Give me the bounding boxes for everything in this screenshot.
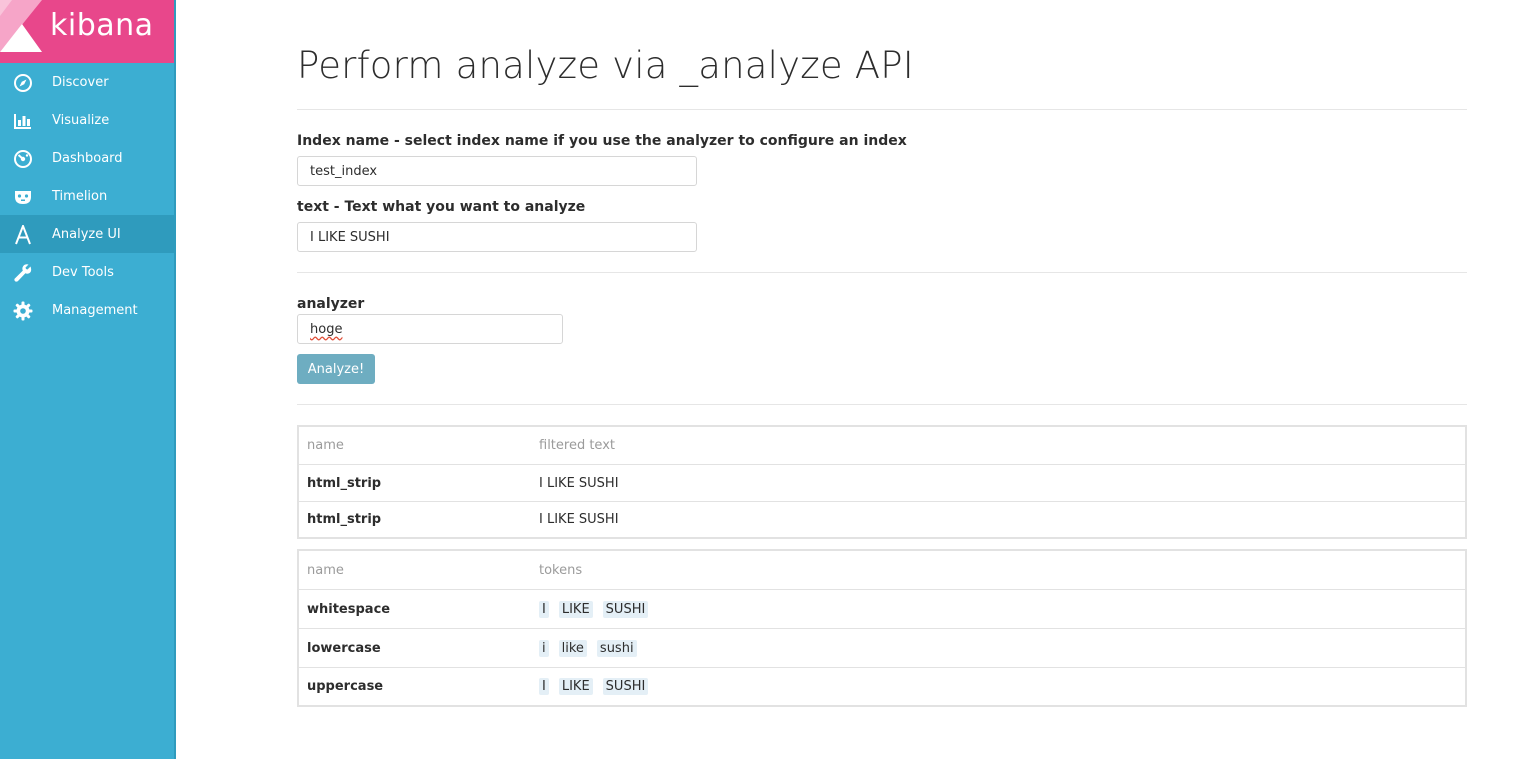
letter-a-icon	[15, 225, 31, 245]
column-header-name: name	[307, 562, 344, 578]
filter-name: html_strip	[307, 475, 382, 491]
text-label: text - Text what you want to analyze	[297, 199, 586, 215]
tokens-table: name tokens whitespace I LIKE SUSHI lowe…	[297, 549, 1467, 707]
sidebar-item-label: Dashboard	[52, 150, 123, 166]
token-list: i like sushi	[539, 639, 637, 657]
table-row: lowercase i like sushi	[299, 628, 1465, 667]
sidebar-item-visualize[interactable]: Visualize	[0, 101, 176, 139]
page-title: Perform analyze via _analyze API	[297, 44, 914, 87]
token-list: I LIKE SUSHI	[539, 678, 649, 695]
sidebar-item-label: Analyze UI	[52, 226, 121, 242]
table-header-row: name tokens	[299, 551, 1465, 589]
sidebar-item-analyze-ui[interactable]: Analyze UI	[0, 215, 176, 253]
dashboard-gauge-icon	[14, 150, 32, 168]
analyzer-label: analyzer	[297, 296, 365, 312]
sidebar-item-management[interactable]: Management	[0, 291, 176, 329]
sidebar: kibana Discover Visualize Dashboard Time…	[0, 0, 176, 759]
token-filter-name: lowercase	[307, 640, 381, 656]
sidebar-item-discover[interactable]: Discover	[0, 63, 176, 101]
token: SUSHI	[602, 600, 649, 618]
divider	[297, 109, 1467, 110]
column-header-tokens: tokens	[539, 562, 583, 578]
column-header-filtered-text: filtered text	[539, 438, 615, 453]
sidebar-item-timelion[interactable]: Timelion	[0, 177, 176, 215]
sidebar-item-dev-tools[interactable]: Dev Tools	[0, 253, 176, 291]
sidebar-item-label: Management	[52, 302, 138, 318]
index-name-input[interactable]	[297, 156, 697, 186]
divider	[297, 404, 1467, 405]
filtered-text: I LIKE SUSHI	[539, 512, 619, 527]
sidebar-item-label: Discover	[52, 74, 109, 90]
wrench-icon	[14, 264, 32, 282]
token: sushi	[596, 639, 637, 657]
filtered-text: I LIKE SUSHI	[539, 475, 619, 491]
sidebar-item-dashboard[interactable]: Dashboard	[0, 139, 176, 177]
token: like	[558, 639, 587, 657]
divider	[297, 272, 1467, 273]
column-header-name: name	[307, 438, 344, 453]
table-header-row: name filtered text	[299, 427, 1465, 464]
char-filters-table: name filtered text html_strip I LIKE SUS…	[297, 425, 1467, 539]
token: LIKE	[558, 600, 593, 618]
kibana-logo-icon	[0, 0, 42, 52]
sidebar-nav: Discover Visualize Dashboard Timelion An…	[0, 63, 176, 329]
compass-icon	[14, 74, 32, 92]
table-row: uppercase I LIKE SUSHI	[299, 667, 1465, 705]
table-row: html_strip I LIKE SUSHI	[299, 464, 1465, 501]
token-list: I LIKE SUSHI	[539, 600, 649, 618]
token: i	[539, 639, 549, 657]
token-filter-name: whitespace	[307, 601, 391, 617]
token: SUSHI	[602, 678, 649, 695]
sidebar-item-label: Dev Tools	[52, 264, 114, 280]
analyzer-input-value: hoge	[310, 321, 343, 337]
timelion-mask-icon	[15, 191, 31, 204]
logo-text: kibana	[50, 8, 154, 43]
text-input[interactable]	[297, 222, 697, 252]
table-row: html_strip I LIKE SUSHI	[299, 501, 1465, 537]
index-name-label: Index name - select index name if you us…	[297, 133, 907, 149]
analyze-button[interactable]: Analyze!	[297, 354, 375, 384]
gear-icon	[13, 301, 33, 321]
sidebar-item-label: Timelion	[52, 188, 108, 204]
analyzer-input[interactable]: hoge	[297, 314, 563, 344]
bar-chart-icon	[14, 114, 31, 129]
sidebar-item-label: Visualize	[52, 112, 110, 128]
token: I	[539, 600, 549, 618]
table-row: whitespace I LIKE SUSHI	[299, 589, 1465, 628]
token: LIKE	[558, 678, 593, 695]
kibana-logo[interactable]: kibana	[0, 0, 176, 63]
filter-name: html_strip	[307, 512, 382, 527]
token: I	[539, 678, 549, 695]
token-filter-name: uppercase	[307, 679, 384, 694]
